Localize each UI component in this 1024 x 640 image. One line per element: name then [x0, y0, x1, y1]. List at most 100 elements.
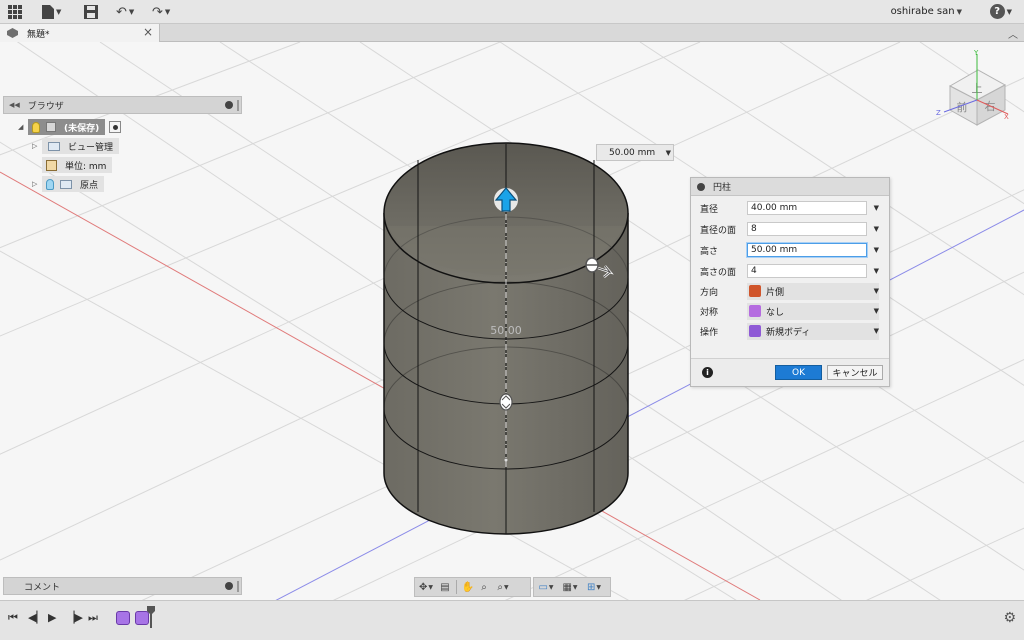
collapse-arrows-icon[interactable]: ◀◀: [9, 101, 20, 109]
root-node-box[interactable]: (未保存): [28, 119, 106, 135]
dropdown-arrow-icon[interactable]: ▼: [874, 287, 879, 295]
field-label: 高さの面: [700, 267, 737, 278]
display-settings-button[interactable]: ▭ ▼: [534, 580, 558, 594]
field-label: 対称: [700, 307, 719, 318]
height-input[interactable]: 50.00 mm: [747, 243, 867, 257]
help-button[interactable]: ? ▼: [989, 4, 1012, 19]
browser-item-origin[interactable]: ▷ 原点: [32, 176, 105, 192]
app-grid-icon[interactable]: [8, 3, 22, 21]
browser-item-view-management[interactable]: ▷ ビュー管理: [32, 138, 120, 154]
browser-root-node[interactable]: ◢ (未保存): [18, 119, 122, 135]
dropdown-arrow-icon[interactable]: ▼: [874, 267, 879, 275]
display-toolbar: ▭ ▼ ▦ ▼ ⊞ ▼: [533, 577, 611, 597]
visibility-bulb-icon[interactable]: [46, 178, 54, 190]
save-button[interactable]: [84, 3, 98, 21]
diameter-faces-row: 直径の面 8 ▼: [691, 220, 889, 238]
height-dimension-input[interactable]: 50.00 mm ▼: [596, 144, 674, 161]
diameter-input[interactable]: 40.00 mm: [747, 201, 867, 215]
center-grip[interactable]: [499, 393, 513, 411]
file-menu-button[interactable]: ▼: [42, 3, 61, 21]
operation-select[interactable]: 新規ボディ: [747, 322, 879, 340]
pan-button[interactable]: ✋: [460, 580, 476, 594]
zoom-icon: ⌕: [481, 581, 487, 593]
active-radio-icon[interactable]: [109, 121, 122, 133]
expand-triangle-icon[interactable]: ▷: [32, 142, 42, 150]
visibility-bulb-icon[interactable]: [32, 121, 40, 133]
panel-grip-icon[interactable]: [237, 581, 239, 592]
diameter-faces-input[interactable]: 8: [747, 222, 867, 236]
timeline-marker-icon[interactable]: [147, 606, 155, 628]
height-faces-input[interactable]: 4: [747, 264, 867, 278]
cancel-button[interactable]: キャンセル: [827, 365, 883, 380]
viewports-button[interactable]: ⊞ ▼: [582, 580, 606, 594]
collapse-icon[interactable]: ︿: [1008, 26, 1018, 41]
origin-box[interactable]: 原点: [42, 176, 105, 192]
dialog-title: 円柱: [713, 183, 732, 193]
dropdown-arrow-icon[interactable]: ▼: [874, 327, 879, 335]
one-side-icon: [749, 285, 761, 297]
height-faces-row: 高さの面 4 ▼: [691, 262, 889, 280]
orbit-button[interactable]: ✥ ▼: [415, 580, 437, 594]
y-axis-label: Y: [973, 49, 979, 57]
browser-panel-header[interactable]: ◀◀ ブラウザ: [3, 96, 242, 114]
direction-select[interactable]: 片側: [747, 282, 879, 300]
dropdown-arrow-icon[interactable]: ▼: [874, 225, 879, 233]
fit-button[interactable]: ⌕ ▼: [492, 580, 514, 594]
close-tab-icon[interactable]: ×: [143, 25, 153, 39]
browser-item-units[interactable]: 単位: mm: [42, 157, 113, 173]
gear-icon[interactable]: ⚙: [1003, 610, 1016, 626]
panel-grip-icon[interactable]: [237, 100, 239, 111]
dropdown-arrow-icon[interactable]: ▼: [666, 149, 671, 157]
view-management-box[interactable]: ビュー管理: [42, 138, 120, 154]
dropdown-arrow-icon[interactable]: ▼: [874, 204, 879, 212]
timeline-feature-sketch[interactable]: [116, 611, 130, 625]
expand-triangle-icon[interactable]: ▷: [32, 180, 42, 188]
dialog-header[interactable]: 円柱: [691, 178, 889, 196]
redo-icon: ↷: [152, 4, 163, 20]
x-axis-line: [0, 171, 761, 600]
document-tab[interactable]: 無題* ×: [0, 24, 160, 42]
dropdown-arrow-icon[interactable]: ▼: [874, 246, 879, 254]
redo-button[interactable]: ↷ ▼: [152, 3, 170, 21]
field-label: 高さ: [700, 246, 719, 257]
look-at-button[interactable]: ▤: [437, 580, 453, 594]
toolbar-divider: [456, 580, 457, 594]
symmetric-select[interactable]: なし: [747, 302, 879, 320]
go-to-end-icon[interactable]: ⏭: [88, 611, 98, 625]
units-box[interactable]: 単位: mm: [42, 157, 113, 173]
x-axis-label: X: [1004, 113, 1009, 121]
user-menu[interactable]: oshirabe san ▼: [891, 6, 962, 17]
zoom-button[interactable]: ⌕: [476, 580, 492, 594]
select-value: 新規ボディ: [766, 327, 811, 338]
step-forward-icon[interactable]: ▕▶: [66, 611, 83, 624]
document-icon: [7, 28, 18, 38]
save-icon: [84, 5, 98, 19]
step-back-icon[interactable]: ◀▏: [28, 611, 45, 624]
units-icon: [46, 159, 57, 171]
go-to-start-icon[interactable]: ⏮: [8, 611, 18, 625]
expand-triangle-icon[interactable]: ◢: [18, 123, 28, 131]
pin-icon[interactable]: [225, 101, 233, 109]
fit-icon: ⌕: [497, 581, 503, 593]
ok-button[interactable]: OK: [775, 365, 822, 380]
file-icon: [42, 5, 54, 19]
height-manipulator-arrow[interactable]: [494, 187, 518, 212]
undo-button[interactable]: ↶ ▼: [116, 3, 134, 21]
grid-settings-button[interactable]: ▦ ▼: [558, 580, 582, 594]
symmetric-row: 対称 なし ▼: [691, 302, 889, 320]
browser-title: ブラウザ: [27, 101, 64, 112]
comments-panel-header[interactable]: コメント: [3, 577, 242, 595]
collapse-dialog-icon[interactable]: [697, 182, 705, 191]
diameter-row: 直径 40.00 mm ▼: [691, 199, 889, 217]
folder-icon: [48, 141, 60, 151]
dropdown-arrow-icon[interactable]: ▼: [874, 307, 879, 315]
browser-item-label: 単位: mm: [65, 161, 107, 172]
info-icon[interactable]: i: [702, 367, 713, 378]
direction-row: 方向 片側 ▼: [691, 282, 889, 300]
hand-icon: ✋: [461, 581, 475, 593]
play-icon[interactable]: ▶: [48, 611, 56, 624]
undo-icon: ↶: [116, 4, 127, 20]
pin-icon[interactable]: [225, 582, 233, 590]
z-axis-label: Z: [936, 109, 941, 117]
field-label: 方向: [700, 287, 719, 298]
